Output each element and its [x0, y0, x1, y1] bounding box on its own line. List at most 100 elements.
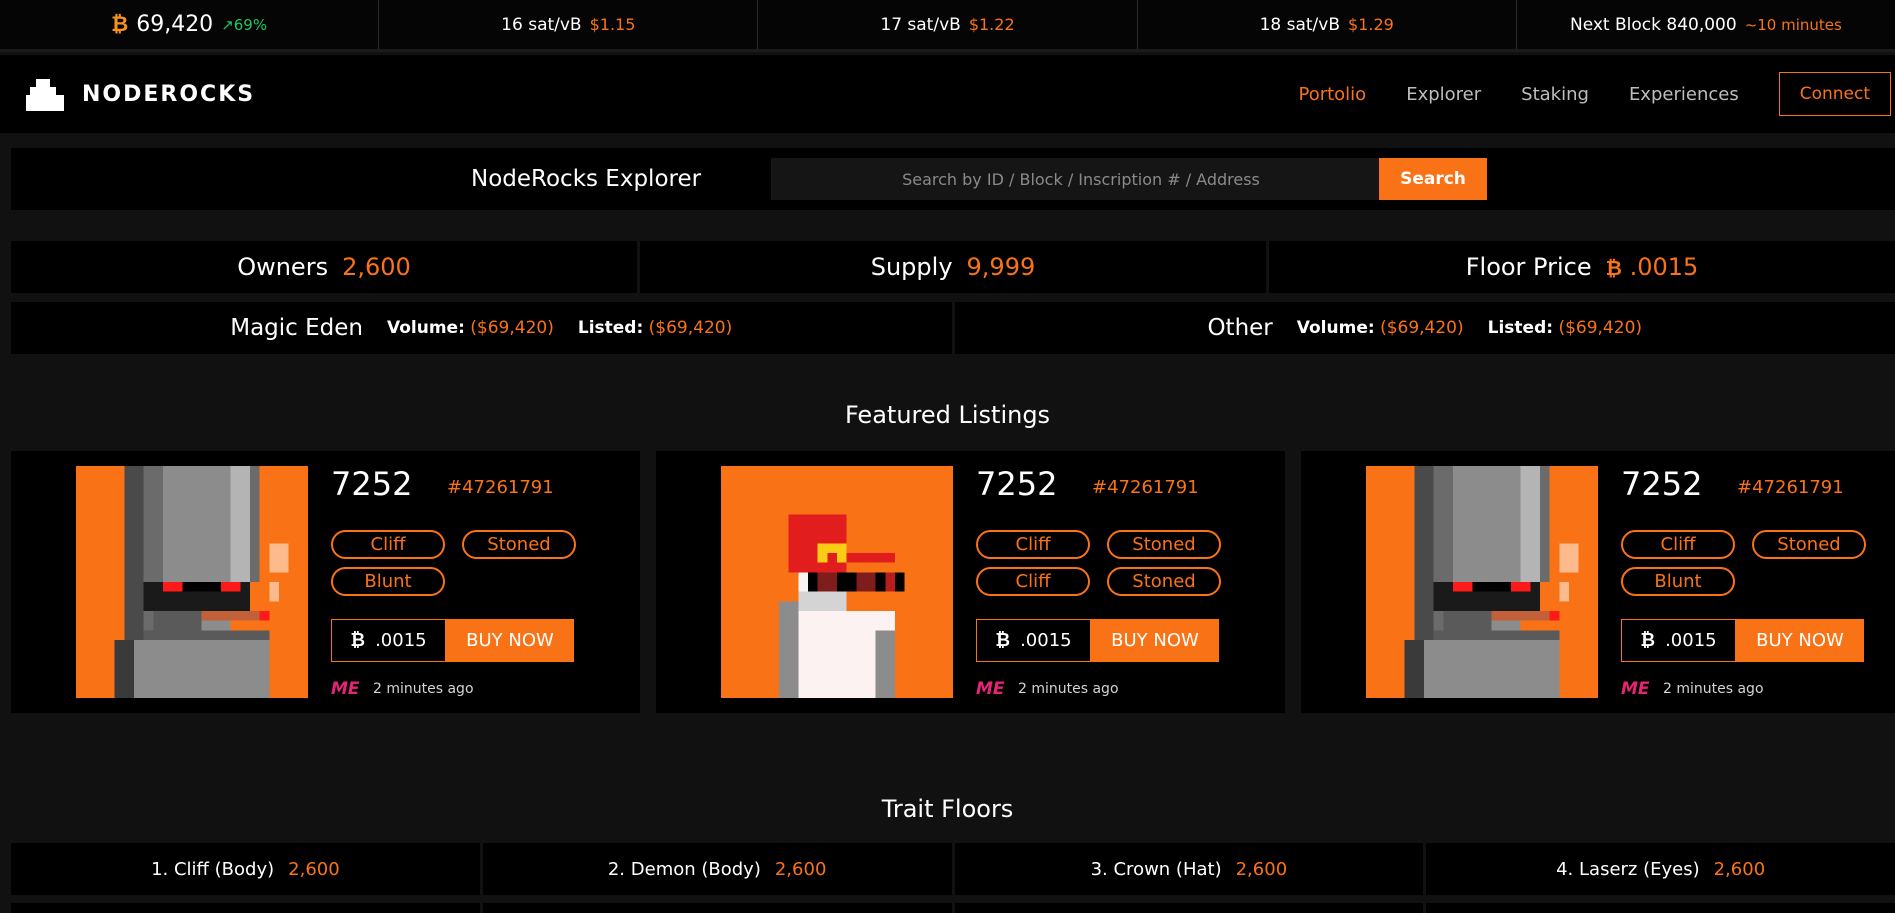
price-value: .0015: [375, 630, 427, 651]
trait-floor-value: 2,600: [1235, 858, 1288, 880]
nav-link-portfolio[interactable]: Portolio: [1298, 84, 1366, 105]
fee-tick-high: 18 sat/vB $1.29: [1138, 0, 1517, 49]
trait-floors: 1. Cliff (Body) 2,600 2. Demon (Body) 2,…: [11, 843, 1895, 895]
noderocks-logo-icon: [26, 79, 64, 111]
listing-time: 2 minutes ago: [1018, 681, 1119, 697]
market-volume: Volume: ($69,420): [1297, 318, 1464, 338]
market-listed: Listed: ($69,420): [578, 318, 732, 338]
magic-eden-icon: ME: [331, 679, 360, 699]
nav-links: Portolio Explorer Staking Experiences Co…: [1298, 72, 1891, 116]
trait-tag[interactable]: Stoned: [1752, 530, 1866, 559]
trait-floor-value: 2,600: [288, 858, 340, 880]
listed-label: Listed:: [1487, 318, 1554, 338]
listing-time: 2 minutes ago: [1663, 681, 1764, 697]
btc-change: ↗69%: [221, 15, 268, 34]
market-listed: Listed: ($69,420): [1488, 318, 1642, 338]
rock-artwork-image: [721, 466, 953, 698]
buy-now-button[interactable]: BUY NOW: [1091, 619, 1219, 662]
trait-floor-label: 4. Laserz (Eyes): [1556, 858, 1700, 880]
trait-floor-label: 3. Crown (Hat): [1090, 858, 1222, 880]
stat-label: Floor Price: [1465, 253, 1592, 281]
listing-card[interactable]: 7252 #47261791 Cliff Stoned Blunt ₿ .001…: [1301, 451, 1895, 713]
trait-floor-item[interactable]: 4. Laserz (Eyes) 2,600: [1426, 843, 1895, 895]
floor-price-value-wrap: ₿ .0015: [1606, 253, 1699, 281]
explorer-title: NodeRocks Explorer: [471, 166, 702, 192]
magic-eden-icon: ME: [976, 679, 1005, 699]
trait-floor-label: 2. Demon (Body): [607, 858, 761, 880]
brand-logo[interactable]: NODEROCKS: [26, 77, 255, 111]
stat-floor-price: Floor Price ₿ .0015: [1269, 241, 1895, 293]
listing-time: 2 minutes ago: [373, 681, 474, 697]
inscription-number[interactable]: #47261791: [1737, 477, 1844, 498]
fee-rate: 17 sat/vB: [880, 14, 961, 35]
search-input[interactable]: [771, 158, 1391, 200]
fee-usd: $1.29: [1348, 15, 1394, 34]
fee-usd: $1.22: [968, 15, 1015, 34]
volume-label: Volume:: [1296, 318, 1375, 338]
listing-card[interactable]: 7252 #47261791 Cliff Stoned Cliff Stoned…: [656, 451, 1285, 713]
trait-floors-title: Trait Floors: [881, 795, 1014, 823]
listing-price: ₿ .0015: [331, 619, 446, 662]
volume-value: ($69,420): [470, 318, 554, 338]
nav-link-explorer[interactable]: Explorer: [1406, 84, 1481, 105]
trait-tag[interactable]: Stoned: [462, 530, 576, 559]
listing-price: ₿ .0015: [1621, 619, 1736, 662]
trait-tag[interactable]: Cliff: [1621, 530, 1735, 559]
trait-tag[interactable]: Blunt: [1621, 567, 1735, 596]
next-block-label: Next Block 840,000: [1569, 14, 1737, 35]
fee-rate: 18 sat/vB: [1259, 14, 1341, 35]
market-volume: Volume: ($69,420): [387, 318, 554, 338]
trait-floor-item[interactable]: 2. Demon (Body) 2,600: [482, 843, 952, 895]
top-nav: NODEROCKS Portolio Explorer Staking Expe…: [0, 55, 1895, 133]
btc-price-tick: ₿ 69,420 ↗69%: [0, 0, 380, 49]
listing-card[interactable]: 7252 #47261791 Cliff Stoned Blunt ₿ .001…: [11, 451, 640, 713]
trait-tag[interactable]: Cliff: [976, 567, 1090, 596]
fee-tick-medium: 17 sat/vB $1.22: [758, 0, 1138, 49]
price-value: .0015: [1020, 630, 1072, 651]
trait-tag[interactable]: Cliff: [976, 530, 1090, 559]
listed-label: Listed:: [577, 318, 644, 338]
trait-floor-item[interactable]: 1. Cliff (Body) 2,600: [11, 843, 480, 895]
trait-floor-item: [1426, 903, 1895, 913]
trait-tag[interactable]: Cliff: [331, 530, 445, 559]
btc-price: 69,420: [136, 12, 214, 37]
volume-value: ($69,420): [1380, 318, 1464, 338]
trait-floor-value: 2,600: [774, 858, 827, 880]
stat-value: 2,600: [342, 253, 411, 281]
trait-floor-item[interactable]: 3. Crown (Hat) 2,600: [954, 843, 1424, 895]
listing-id: 7252: [331, 465, 413, 503]
explorer-bar: NodeRocks Explorer Search: [11, 148, 1895, 210]
bitcoin-icon: ₿: [1605, 256, 1622, 280]
trait-tag[interactable]: Stoned: [1107, 567, 1221, 596]
volume-label: Volume:: [386, 318, 465, 338]
connect-button[interactable]: Connect: [1778, 72, 1891, 116]
trait-floor-value: 2,600: [1713, 858, 1766, 880]
buy-now-button[interactable]: BUY NOW: [1736, 619, 1864, 662]
inscription-number[interactable]: #47261791: [447, 477, 554, 498]
bitcoin-icon: ₿: [995, 630, 1011, 651]
trait-tag[interactable]: Blunt: [331, 567, 445, 596]
trait-tag[interactable]: Stoned: [1107, 530, 1221, 559]
stat-label: Owners: [237, 253, 329, 281]
brand-name: NODEROCKS: [82, 81, 256, 107]
bitcoin-icon: ₿: [1640, 630, 1656, 651]
rock-artwork-image: [1366, 466, 1598, 698]
market-name: Magic Eden: [230, 315, 363, 341]
next-block-tick: Next Block 840,000 ~10 minutes: [1517, 0, 1895, 49]
nav-link-experiences[interactable]: Experiences: [1629, 84, 1739, 105]
listed-value: ($69,420): [648, 318, 733, 338]
fee-usd: $1.15: [589, 15, 636, 34]
next-block-eta: ~10 minutes: [1744, 15, 1842, 34]
magic-eden-icon: ME: [1621, 679, 1650, 699]
market-stats: Magic Eden Volume: ($69,420) Listed: ($6…: [11, 302, 1895, 354]
rock-artwork-image: [76, 466, 308, 698]
trait-floors-next-row: [11, 903, 1895, 913]
stat-owners: Owners 2,600: [11, 241, 637, 293]
listing-id: 7252: [1621, 465, 1703, 503]
nav-link-staking[interactable]: Staking: [1521, 84, 1589, 105]
inscription-number[interactable]: #47261791: [1092, 477, 1199, 498]
price-ticker: ₿ 69,420 ↗69% 16 sat/vB $1.15 17 sat/vB …: [0, 0, 1895, 52]
market-name: Other: [1207, 315, 1273, 341]
search-button[interactable]: Search: [1379, 158, 1487, 200]
buy-now-button[interactable]: BUY NOW: [446, 619, 574, 662]
